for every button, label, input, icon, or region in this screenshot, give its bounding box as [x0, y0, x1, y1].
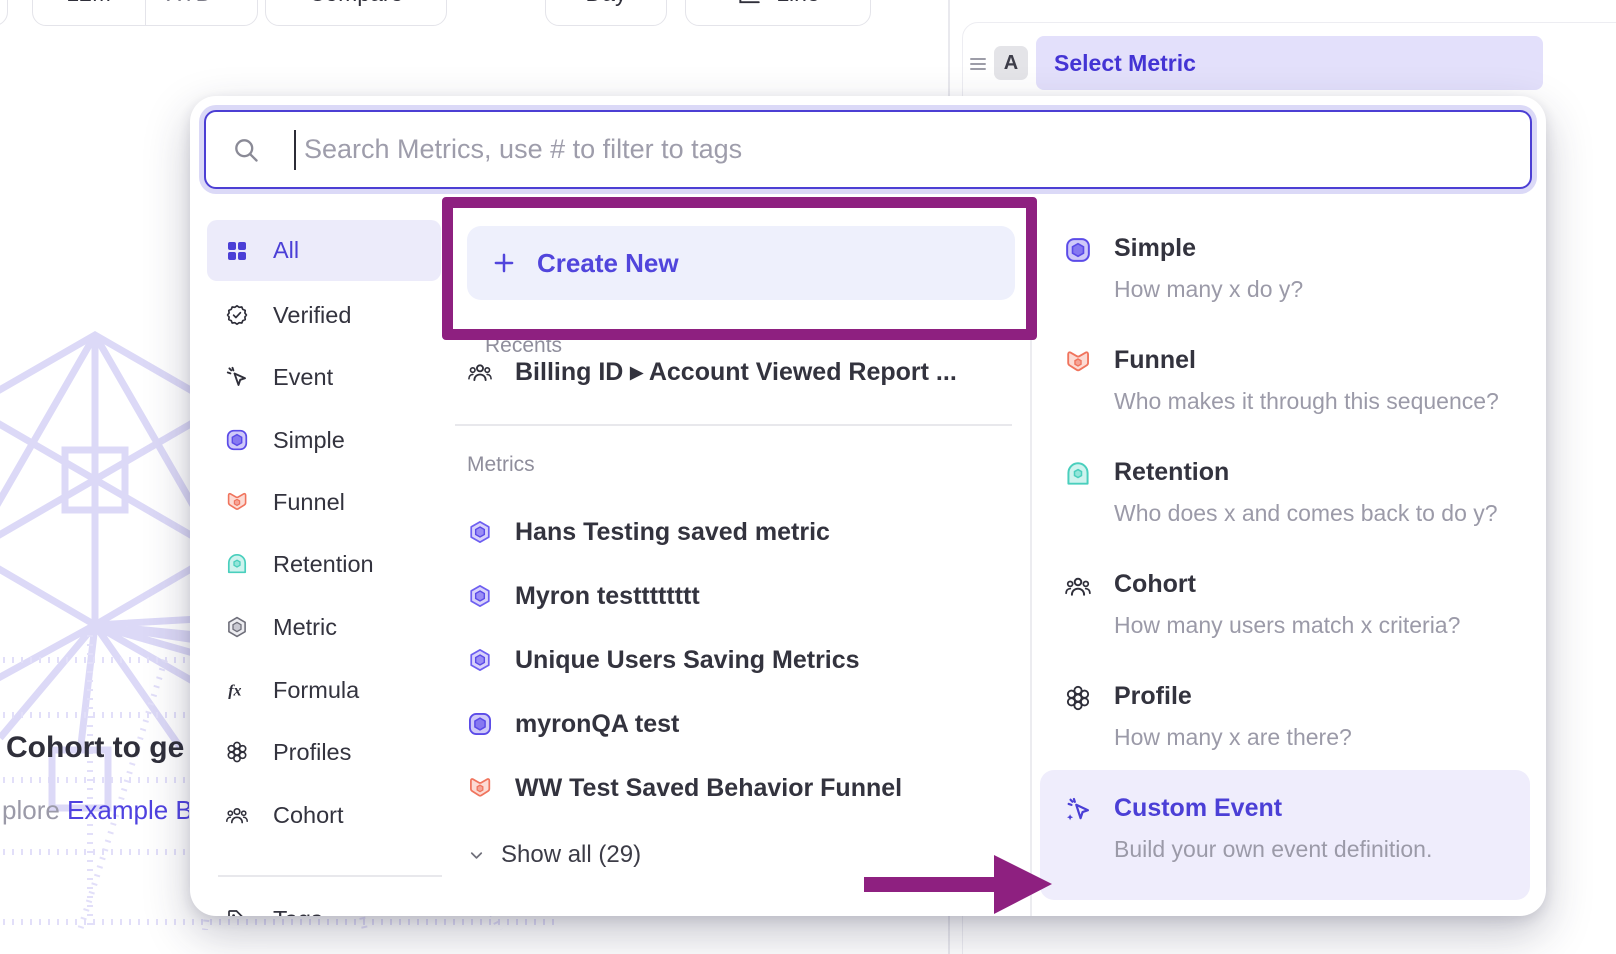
- fx-icon: [225, 678, 249, 702]
- sidebar-item-event[interactable]: Event: [207, 359, 441, 395]
- retention-icon: [1064, 460, 1092, 488]
- range-xtd-button[interactable]: XTD: [145, 0, 258, 25]
- saved-metric-icon: [467, 519, 493, 545]
- chart-type-line-button[interactable]: Line: [685, 0, 871, 26]
- recents-divider: [455, 424, 1012, 426]
- partial-left-button[interactable]: [0, 0, 8, 26]
- show-all-button[interactable]: Show all (29): [467, 841, 641, 869]
- example-link[interactable]: Example B: [67, 795, 189, 825]
- sidebar-item-retention[interactable]: Retention: [207, 546, 441, 582]
- funnel-icon: [1064, 348, 1092, 376]
- simple-icon: [225, 428, 249, 452]
- select-metric-field[interactable]: Select Metric: [1036, 36, 1543, 90]
- saved-metric-icon: [467, 583, 493, 609]
- cohort-people-icon: [467, 359, 493, 385]
- grid-icon: [225, 239, 249, 263]
- metrics-heading: Metrics: [467, 453, 535, 477]
- cohort-people-icon: [1064, 572, 1092, 600]
- compare-button[interactable]: Compare: [265, 0, 447, 26]
- range-12m-button[interactable]: 12M: [33, 0, 145, 25]
- text-cursor: [294, 130, 296, 170]
- cursor-spark-icon: [1064, 796, 1092, 824]
- tag-icon: [225, 907, 249, 916]
- interval-day-button[interactable]: Day: [545, 0, 667, 26]
- date-range-segment: 12M XTD: [32, 0, 258, 26]
- create-new-button[interactable]: Create New: [467, 226, 1015, 300]
- simple-icon: [467, 711, 493, 737]
- profiles-flower-icon: [1064, 684, 1092, 712]
- metric-list-item[interactable]: Myron testttttttt: [467, 578, 1017, 614]
- sidebar-item-tags-partial[interactable]: Tags: [207, 901, 441, 916]
- custom-event-highlight: [1040, 770, 1530, 900]
- drag-handle-icon[interactable]: [966, 52, 990, 76]
- metric-list-item[interactable]: Unique Users Saving Metrics: [467, 642, 1017, 678]
- recent-item[interactable]: Billing ID ▸ Account Viewed Report ...: [467, 354, 1017, 390]
- simple-icon: [1064, 236, 1092, 264]
- metric-list-item[interactable]: Hans Testing saved metric: [467, 514, 1017, 550]
- chevron-down-icon: [220, 0, 236, 1]
- sidebar-item-all[interactable]: All: [207, 220, 441, 281]
- sidebar-item-simple[interactable]: Simple: [207, 422, 441, 458]
- search-icon: [232, 136, 260, 164]
- metric-list-item[interactable]: myronQA test: [467, 706, 1017, 742]
- sidebar-item-formula[interactable]: Formula: [207, 672, 441, 708]
- cohort-people-icon: [225, 803, 249, 827]
- empty-state-hint: plore Example B: [0, 795, 189, 826]
- profiles-flower-icon: [225, 740, 249, 764]
- sidebar-item-metric[interactable]: Metric: [207, 609, 441, 645]
- chevron-down-icon: [467, 846, 486, 865]
- metric-list-item[interactable]: WW Test Saved Behavior Funnel: [467, 770, 1017, 806]
- verified-seal-icon: [225, 303, 249, 327]
- series-a-badge: A: [994, 46, 1028, 80]
- plus-icon: [491, 250, 517, 276]
- column-divider: [1030, 210, 1032, 916]
- sidebar-item-profiles[interactable]: Profiles: [207, 734, 441, 770]
- empty-state-title: Cohort to ge: [6, 731, 184, 765]
- line-chart-icon: [736, 0, 762, 6]
- funnel-icon: [225, 490, 249, 514]
- saved-metric-icon: [467, 647, 493, 673]
- sidebar-item-funnel[interactable]: Funnel: [207, 484, 441, 520]
- cursor-spark-icon: [225, 365, 249, 389]
- sidebar-item-verified[interactable]: Verified: [207, 297, 441, 333]
- sidebar-divider: [218, 875, 442, 877]
- metric-picker-modal: All Verified Event Simple Funnel Retenti…: [190, 96, 1546, 916]
- retention-icon: [225, 552, 249, 576]
- sidebar-item-cohort[interactable]: Cohort: [207, 797, 441, 833]
- app-window: 12M XTD Compare Day Line A Select Metric…: [0, 0, 1616, 954]
- funnel-icon: [467, 775, 493, 801]
- hexagon-metric-icon: [225, 615, 249, 639]
- search-input[interactable]: [302, 112, 1522, 187]
- search-field-wrap: [204, 110, 1532, 189]
